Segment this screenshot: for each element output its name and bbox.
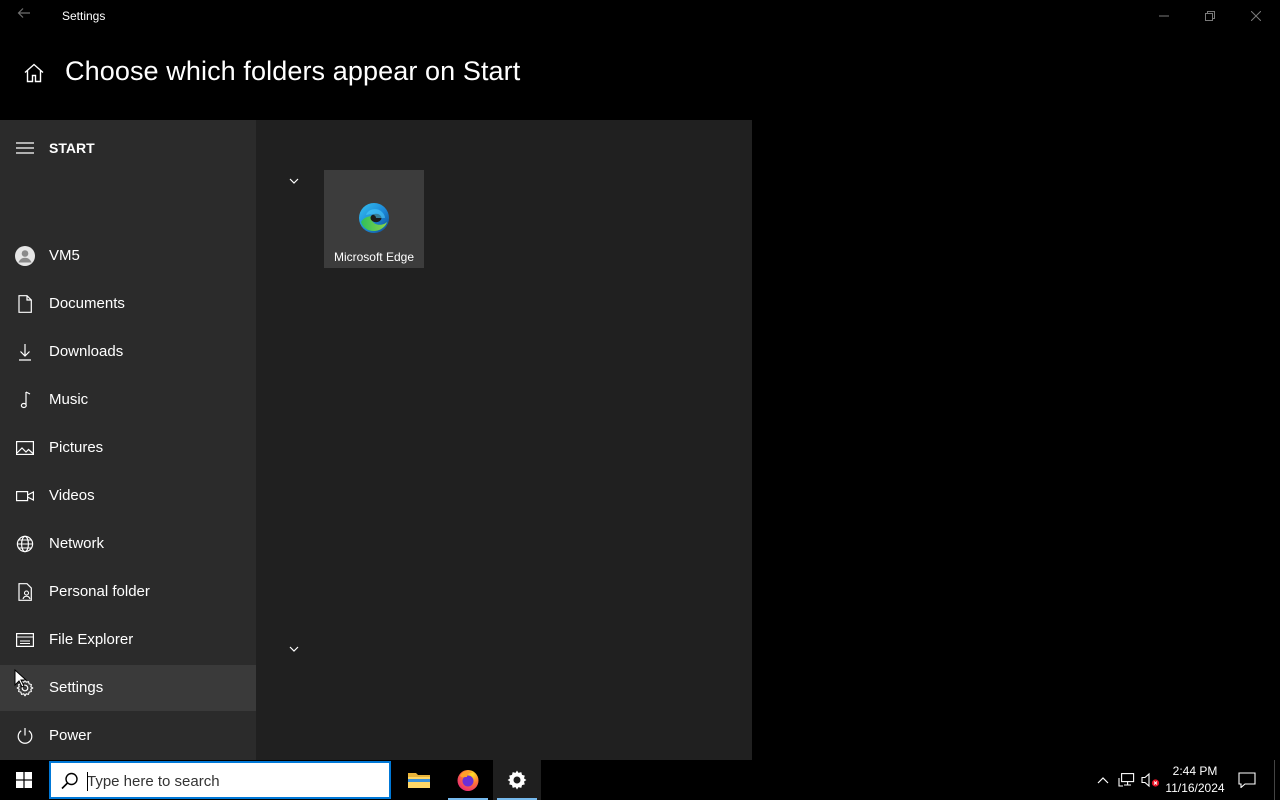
show-desktop-button[interactable]	[1274, 760, 1275, 800]
start-item-label: Power	[49, 727, 92, 744]
start-item-label: Music	[49, 391, 89, 408]
start-menu-preview: START VM5 Documents Downloads Music Pict…	[0, 120, 752, 760]
start-item-label: Pictures	[49, 439, 104, 456]
close-icon	[1251, 11, 1261, 21]
taskbar-clock[interactable]: 2:44 PM 11/16/2024	[1160, 763, 1230, 799]
taskbar-search-box[interactable]	[49, 761, 391, 799]
start-item-label: Settings	[49, 679, 104, 696]
text-caret	[87, 772, 88, 791]
video-icon	[14, 485, 36, 507]
start-item-label: Documents	[49, 295, 125, 312]
page-title: Choose which folders appear on Start	[65, 56, 521, 86]
document-icon	[14, 293, 36, 315]
volume-muted-icon	[1141, 772, 1160, 788]
search-input[interactable]	[87, 769, 377, 793]
taskbar-firefox[interactable]	[444, 760, 492, 800]
title-bar: Settings	[0, 0, 1280, 32]
start-item-music[interactable]: Music	[0, 377, 256, 423]
restore-button[interactable]	[1187, 0, 1233, 32]
clock-date: 11/16/2024	[1165, 781, 1225, 795]
network-icon	[1118, 773, 1135, 787]
start-item-vm5[interactable]: VM5	[0, 233, 256, 279]
gear-icon	[507, 770, 527, 790]
start-item-label: VM5	[49, 247, 80, 264]
taskbar-file-explorer[interactable]	[395, 760, 443, 800]
restore-icon	[1205, 11, 1215, 21]
volume-button[interactable]	[1140, 760, 1162, 800]
home-icon[interactable]	[22, 61, 46, 85]
download-icon	[14, 341, 36, 363]
edge-icon	[359, 203, 389, 233]
taskbar-settings[interactable]	[493, 760, 541, 800]
firefox-icon	[457, 770, 479, 791]
start-item-label: Videos	[49, 487, 95, 504]
start-item-power[interactable]: Power	[0, 713, 256, 759]
personal-folder-icon	[14, 581, 36, 603]
start-item-pictures[interactable]: Pictures	[0, 425, 256, 471]
clock-time: 2:44 PM	[1172, 764, 1218, 778]
start-item-file-explorer[interactable]: File Explorer	[0, 617, 256, 663]
window-title: Settings	[62, 9, 106, 23]
start-button[interactable]	[0, 760, 48, 800]
file-explorer-folder-icon	[408, 773, 430, 788]
network-globe-icon	[14, 533, 36, 555]
start-item-label: Network	[49, 535, 105, 552]
taskbar: 2:44 PM 11/16/2024	[0, 760, 1280, 800]
start-item-downloads[interactable]: Downloads	[0, 329, 256, 375]
start-item-network[interactable]: Network	[0, 521, 256, 567]
close-button[interactable]	[1233, 0, 1279, 32]
microsoft-edge-tile[interactable]: Microsoft Edge	[324, 170, 424, 268]
mouse-cursor-icon	[14, 669, 28, 688]
start-item-personal-folder[interactable]: Personal folder	[0, 569, 256, 615]
search-icon	[61, 772, 78, 790]
start-item-label: Downloads	[49, 343, 124, 360]
minimize-icon	[1159, 15, 1169, 17]
chevron-down-icon[interactable]	[287, 644, 301, 654]
start-item-settings[interactable]: Settings	[0, 665, 256, 711]
action-center-button[interactable]	[1234, 760, 1260, 800]
back-arrow-icon[interactable]	[12, 6, 36, 26]
windows-logo-icon	[16, 772, 32, 788]
minimize-button[interactable]	[1141, 0, 1187, 32]
start-item-documents[interactable]: Documents	[0, 281, 256, 327]
tile-label: Microsoft Edge	[333, 250, 415, 264]
network-status-button[interactable]	[1116, 760, 1138, 800]
notification-icon	[1238, 772, 1256, 788]
picture-icon	[14, 437, 36, 459]
start-rail: START VM5 Documents Downloads Music Pict…	[0, 120, 256, 760]
chevron-down-icon[interactable]	[287, 176, 301, 186]
start-item-label: File Explorer	[49, 631, 134, 648]
music-note-icon	[14, 389, 36, 411]
user-avatar-icon	[14, 245, 36, 267]
start-item-videos[interactable]: Videos	[0, 473, 256, 519]
start-rail-header[interactable]: START	[0, 128, 256, 168]
file-explorer-icon	[14, 629, 36, 651]
power-icon	[14, 725, 36, 747]
start-item-label: Personal folder	[49, 583, 150, 600]
show-hidden-icons-button[interactable]	[1094, 760, 1112, 800]
hamburger-menu-icon[interactable]	[16, 142, 34, 154]
start-label: START	[49, 140, 95, 156]
chevron-up-icon	[1097, 777, 1109, 784]
